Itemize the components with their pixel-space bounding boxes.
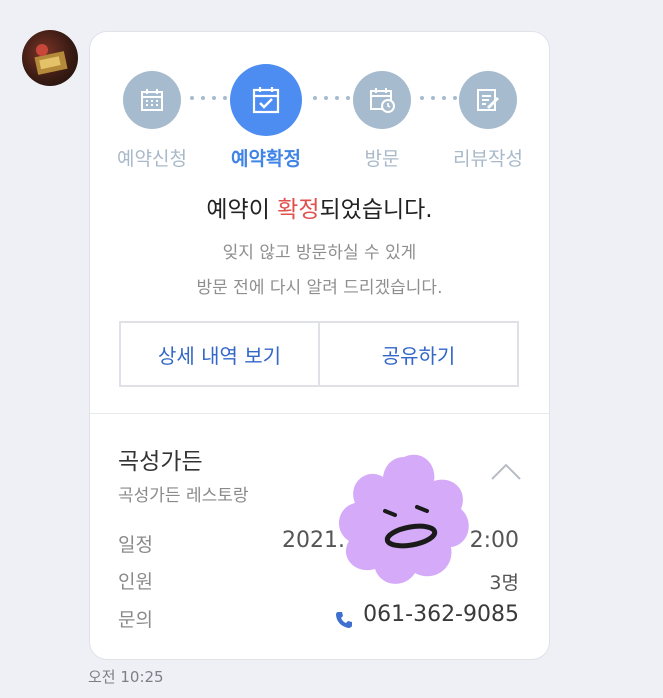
contact-phone[interactable]: 061-362-9085 — [363, 602, 519, 627]
schedule-label: 일정 — [118, 534, 153, 556]
share-button[interactable]: 공유하기 — [318, 323, 517, 385]
chevron-up-icon[interactable] — [490, 462, 522, 482]
reservation-card: 예약신청 예약확정 방문 리뷰작성 예약이 확정되었습니다. 잊지 않고 방문하… — [89, 31, 550, 660]
step-confirm-circle — [230, 64, 302, 136]
step-connector — [313, 96, 350, 100]
headline-highlight: 확정 — [277, 197, 320, 223]
phone-icon[interactable] — [334, 610, 354, 630]
step-review-circle — [459, 71, 517, 129]
message-timestamp: 오전 10:25 — [88, 668, 164, 686]
step-connector — [420, 96, 457, 100]
schedule-time: 2:00 — [469, 528, 519, 553]
step-label-visit: 방문 — [364, 148, 400, 170]
calendar-clock-icon — [370, 88, 395, 113]
step-label-confirm: 예약확정 — [231, 148, 301, 170]
section-divider — [90, 413, 549, 414]
people-count: 3명 — [489, 572, 519, 594]
place-subtitle: 곡성가든 레스토랑 — [118, 486, 249, 506]
view-details-button[interactable]: 상세 내역 보기 — [121, 323, 318, 385]
people-label: 인원 — [118, 571, 153, 593]
action-buttons: 상세 내역 보기 공유하기 — [119, 321, 519, 387]
step-label-review: 리뷰작성 — [453, 148, 523, 170]
subtext-line2: 방문 전에 다시 알려 드리겠습니다. — [196, 278, 443, 298]
contact-label: 문의 — [118, 609, 153, 631]
calendar-icon — [141, 89, 163, 111]
avatar[interactable] — [22, 30, 78, 86]
face-sticker-icon — [338, 454, 469, 584]
edit-note-icon — [477, 89, 500, 111]
subtext-line1: 잊지 않고 방문하실 수 있게 — [222, 243, 417, 263]
step-request-circle — [123, 71, 181, 129]
step-connector — [190, 96, 227, 100]
place-name: 곡성가든 — [118, 449, 203, 475]
step-visit-circle — [353, 71, 411, 129]
step-label-request: 예약신청 — [117, 148, 187, 170]
confirmation-headline: 예약이 확정되었습니다. — [206, 197, 433, 223]
calendar-check-icon — [252, 87, 280, 114]
